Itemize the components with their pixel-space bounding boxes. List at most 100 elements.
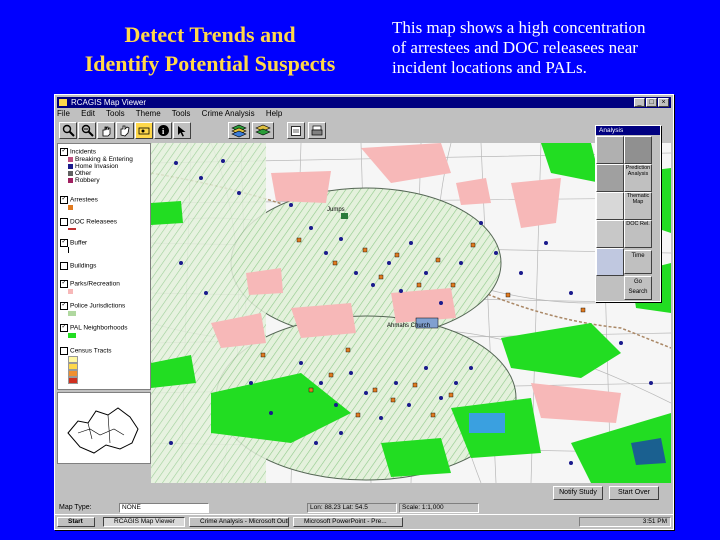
prediction-analysis-button[interactable]: Prediction Analysis [624,164,652,192]
task-outlook[interactable]: Crime Analysis - Microsoft Outlook [189,517,289,527]
layer-checkbox[interactable]: ✓ [60,196,68,204]
coordinate-readout: Lon: 88.23 Lat: 54.5 [307,503,397,513]
thematic-map-button[interactable]: Thematic Map [624,192,652,220]
scale-readout: Scale: 1:1,000 [399,503,479,513]
layers-icon[interactable] [228,122,250,139]
menu-theme[interactable]: Theme [136,109,161,118]
legend-swatch [68,288,73,294]
legend-layer-label: DOC Releasees [70,218,117,226]
analysis-title: Analysis [596,126,660,135]
menu-tools-2[interactable]: Tools [172,109,191,118]
layer-checkbox[interactable]: ✓ [60,239,68,247]
buffer-tool-button[interactable] [596,192,624,220]
slide-title: Detect Trends and Identify Potential Sus… [40,20,380,78]
legend-symbol-row [68,226,78,233]
legend-swatch [68,356,78,363]
legend-swatch [68,247,69,254]
time-button[interactable]: Time [624,250,652,274]
analysis-palette: Analysis Prediction Analysis Thematic Ma… [595,125,661,302]
legend-layer[interactable]: ✓ Parks/Recreation [60,280,120,288]
slide-title-line: Detect Trends and [124,22,296,47]
legend-layer[interactable]: ✓ Buffer [60,239,87,247]
map-type-label: Map Type: [59,504,92,511]
menu-file[interactable]: File [57,109,70,118]
map-label-church: Ahmahs Church [387,323,430,329]
legend-layer[interactable]: ✓ Incidents [60,148,96,156]
layer-checkbox[interactable]: ✓ [60,324,68,332]
legend-layer[interactable]: ✓ Police Jurisdictions [60,302,125,310]
slide-body-text: This map shows a high concentration of a… [392,18,712,78]
layer-legend: ✓ Incidents Breaking & Entering Home Inva… [57,143,151,390]
doc-releasees-button[interactable]: DOC Rel. [624,220,652,248]
pointer-icon[interactable] [173,122,191,139]
bookmark-icon[interactable] [135,122,153,139]
legend-swatch [68,363,78,370]
notify-study-button[interactable]: Notify Study [553,486,603,500]
task-powerpoint[interactable]: Microsoft PowerPoint - Pre... [293,517,403,527]
slide-title-line: Identify Potential Suspects [84,51,336,76]
layer-checkbox[interactable] [60,262,68,270]
layer-checkbox[interactable] [60,347,68,355]
legend-symbol-row [68,310,78,317]
app-icon[interactable] [59,99,67,106]
window-titlebar[interactable]: RCAGIS Map Viewer _ □ × [57,97,671,108]
close-button[interactable]: × [658,98,669,107]
density-tool-button[interactable] [624,136,652,164]
query-icon[interactable] [287,122,305,139]
layer-checkbox[interactable]: ✓ [60,302,68,310]
legend-label: Other [75,170,92,177]
legend-layer[interactable]: ✓ PAL Neighborhoods [60,324,127,332]
legend-layer[interactable]: Census Tracts [60,347,112,355]
legend-layer[interactable]: DOC Releasees [60,218,117,226]
hand-icon[interactable] [116,122,134,139]
layers-alt-icon[interactable] [252,122,274,139]
legend-symbol-row: Robbery [68,177,100,184]
legend-label: Home Invasion [75,163,119,170]
cluster-tool-button[interactable] [596,164,624,192]
legend-swatch [68,370,78,377]
identify-icon[interactable]: i [154,122,172,139]
menu-help[interactable]: Help [266,109,282,118]
start-over-button[interactable]: Start Over [609,486,659,500]
minimize-button[interactable]: _ [634,98,645,107]
print-icon[interactable] [308,122,326,139]
map-type-select[interactable]: NONE [119,503,209,513]
layer-checkbox[interactable] [60,218,68,226]
start-button[interactable]: Start [57,517,95,527]
pan-icon[interactable] [97,122,115,139]
menu-bar: File Edit Tools Theme Tools Crime Analys… [57,109,671,119]
legend-symbol-row: Breaking & Entering [68,156,133,163]
slide-body-line: of arrestees and DOC releasees near [392,38,638,57]
legend-symbol-row: Home Invasion [68,163,118,170]
legend-swatch [68,177,73,183]
maximize-button[interactable]: □ [646,98,657,107]
hotspot-tool-button[interactable] [596,136,624,164]
task-rcagis[interactable]: RCAGIS Map Viewer [103,517,185,527]
legend-layer-label: Census Tracts [70,347,112,355]
go-search-button[interactable]: Go Search [624,276,652,300]
status-bar: Map Type: NONE Lon: 88.23 Lat: 54.5 Scal… [57,502,671,514]
menu-crime-analysis[interactable]: Crime Analysis [202,109,255,118]
time-series-tool-button[interactable] [596,220,624,248]
overview-map[interactable] [57,392,151,464]
menu-edit[interactable]: Edit [81,109,95,118]
legend-layer-label: PAL Neighborhoods [70,324,128,332]
legend-symbol-row [68,288,75,295]
legend-symbol-row: Other [68,170,91,177]
legend-swatch [68,204,73,210]
layer-checkbox[interactable]: ✓ [60,148,68,156]
legend-symbol-row [68,332,78,339]
legend-layer-label: Buildings [70,262,97,270]
zoom-out-icon[interactable] [78,122,96,139]
legend-layer-label: Parks/Recreation [70,280,120,288]
menu-tools[interactable]: Tools [106,109,125,118]
zoom-in-icon[interactable] [59,122,77,139]
legend-layer[interactable]: ✓ Arrestees [60,196,98,204]
legend-layer[interactable]: Buildings [60,262,96,270]
layer-stack-tool-button[interactable] [596,248,624,276]
map-canvas[interactable]: Jumps Ahmahs Church [151,143,671,483]
legend-symbol-row [68,204,75,211]
map-viewer-window: RCAGIS Map Viewer _ □ × File Edit Tools … [54,94,674,530]
layer-checkbox[interactable]: ✓ [60,280,68,288]
legend-swatch [68,332,76,338]
